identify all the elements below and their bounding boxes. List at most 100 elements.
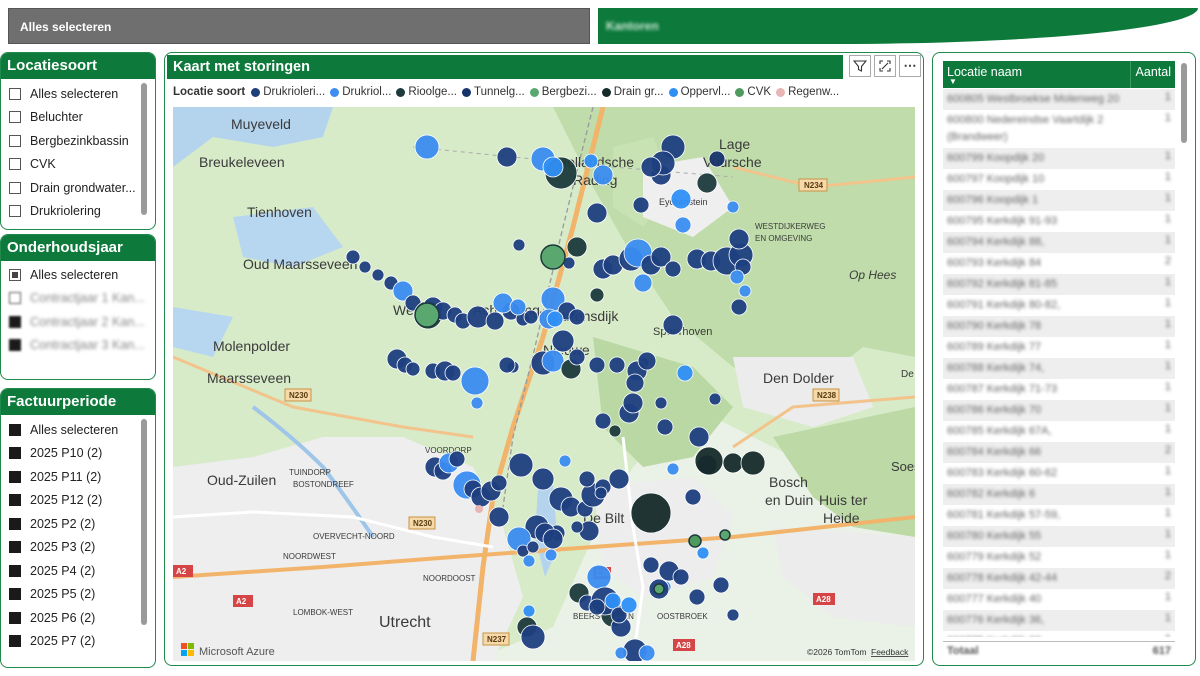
locatiesoort-scrollbar[interactable] [141,83,147,215]
checkbox[interactable] [9,292,21,305]
checkbox[interactable] [9,87,21,100]
storing-bubble[interactable] [588,598,606,616]
storing-bubble[interactable] [594,486,608,500]
storing-bubble[interactable] [488,506,510,528]
checkbox[interactable] [9,447,21,460]
storing-bubble[interactable] [588,356,606,374]
checkbox[interactable] [9,494,21,507]
storing-bubble[interactable] [642,556,660,574]
filter-icon[interactable] [849,55,871,77]
storing-bubble[interactable] [460,366,490,396]
factuurperiode-scrollbar[interactable] [141,419,147,625]
locatiesoort-item[interactable]: CVK [1,153,155,177]
storing-bubble[interactable] [726,200,740,214]
checkbox[interactable] [9,339,21,352]
legend-item[interactable]: Drukrioleri... [251,86,325,98]
legend-item[interactable]: Drukriol... [330,86,391,98]
table-scrollbar[interactable] [1181,63,1187,143]
onderhoudsjaar-item[interactable]: Contractjaar 3 Kan... [1,334,155,358]
storing-bubble[interactable] [662,314,684,336]
storing-bubble[interactable] [633,273,653,293]
legend-item[interactable]: Oppervl... [668,86,730,98]
legend-item[interactable]: Drain gr... [601,86,664,98]
storing-bubble[interactable] [448,450,466,468]
storing-bubble[interactable] [512,238,526,252]
table-row[interactable]: 600793 Kerkdijk 84 2 [943,253,1175,274]
storing-bubble[interactable] [738,284,752,298]
factuurperiode-item[interactable]: 2025 P6 (2) [1,606,155,630]
storing-bubble[interactable] [614,646,628,660]
storing-bubble[interactable] [542,528,564,550]
checkbox[interactable] [9,564,21,577]
storing-bubble[interactable] [672,568,690,586]
factuurperiode-item[interactable]: 2025 P5 (2) [1,583,155,607]
storing-bubble[interactable] [620,596,638,614]
table-row[interactable]: 600786 Kerkdijk 70 1 [943,400,1175,421]
table-row[interactable]: 600791 Kerkdijk 80-82, 1 [943,295,1175,316]
storing-bubble[interactable] [583,153,599,169]
factuurperiode-item[interactable]: 2025 P4 (2) [1,559,155,583]
storing-bubble[interactable] [358,260,372,274]
table-row[interactable]: 600782 Kerkdijk 6 1 [943,484,1175,505]
storing-bubble[interactable] [490,474,508,492]
legend-item[interactable]: Rioolge... [396,86,457,98]
storing-bubble[interactable] [666,462,680,476]
feedback-link[interactable]: Feedback [871,647,909,657]
storing-bubble[interactable] [405,361,421,377]
checkbox[interactable] [9,315,21,328]
storing-bubble[interactable] [640,156,662,178]
table-row[interactable]: 600785 Kerkdijk 67A, 1 [943,421,1175,442]
table-row[interactable]: 600805 Westbroekse Molenweg 20 1 [943,89,1175,110]
focus-mode-icon[interactable] [874,55,896,77]
storing-bubble[interactable] [637,351,657,371]
storing-bubble[interactable] [729,269,745,285]
legend-item[interactable]: Regenw... [776,86,839,98]
storing-bubble[interactable] [492,292,514,314]
storing-bubble[interactable] [719,529,731,541]
kantoren-bar[interactable]: Kantoren [598,8,1198,44]
storing-bubble[interactable] [485,311,505,331]
storing-bubble[interactable] [654,396,668,410]
storing-bubble[interactable] [674,216,692,234]
table-row[interactable]: 600788 Kerkdijk 74, 1 [943,358,1175,379]
storing-bubble[interactable] [566,236,588,258]
storing-bubble[interactable] [688,588,706,606]
onderhoudsjaar-item[interactable]: Contractjaar 2 Kan... [1,310,155,334]
checkbox[interactable] [9,541,21,554]
map-canvas[interactable]: N234 N230 N230 N238 N237 A2 A2 A28 A28 E… [173,107,915,661]
storing-bubble[interactable] [604,592,622,610]
storing-bubble[interactable] [653,583,665,595]
storing-bubble[interactable] [688,534,702,548]
locatiesoort-item[interactable]: Drukriolering [1,200,155,224]
factuurperiode-item[interactable]: Alles selecteren [1,418,155,442]
table-row[interactable]: 600790 Kerkdijk 78 1 [943,316,1175,337]
table-row[interactable]: 600781 Kerkdijk 57-59, 1 [943,505,1175,526]
storing-bubble[interactable] [622,392,644,414]
table-row[interactable]: 600797 Koopdijk 10 1 [943,169,1175,190]
table-row[interactable]: 600784 Kerkdijk 66 2 [943,442,1175,463]
factuurperiode-item[interactable]: 2025 P10 (2) [1,442,155,466]
factuurperiode-item[interactable]: 2025 P3 (2) [1,536,155,560]
table-row[interactable]: 600779 Kerkdijk 52 1 [943,547,1175,568]
storing-bubble[interactable] [594,412,612,430]
checkbox[interactable] [9,517,21,530]
storing-bubble[interactable] [608,356,626,374]
storing-bubble[interactable] [712,576,730,594]
legend-item[interactable]: Tunnelg... [462,86,525,98]
storing-bubble[interactable] [578,470,596,488]
checkbox[interactable] [9,111,21,124]
storing-bubble[interactable] [730,298,748,316]
storing-bubble[interactable] [444,364,462,382]
storing-bubble[interactable] [466,305,490,329]
storing-bubble[interactable] [498,356,516,374]
storing-bubble[interactable] [414,134,440,160]
storing-bubble[interactable] [625,373,645,393]
storing-bubble[interactable] [496,146,518,168]
checkbox[interactable] [9,181,21,194]
table-row[interactable]: 600776 Kerkdijk 36, 1 [943,610,1175,631]
col-header-locatie-naam[interactable]: Locatie naam [947,65,1022,79]
storing-bubble[interactable] [544,548,558,562]
storing-bubble[interactable] [694,446,724,476]
storing-bubble[interactable] [656,418,674,436]
table-row[interactable]: 600783 Kerkdijk 60-62 1 [943,463,1175,484]
